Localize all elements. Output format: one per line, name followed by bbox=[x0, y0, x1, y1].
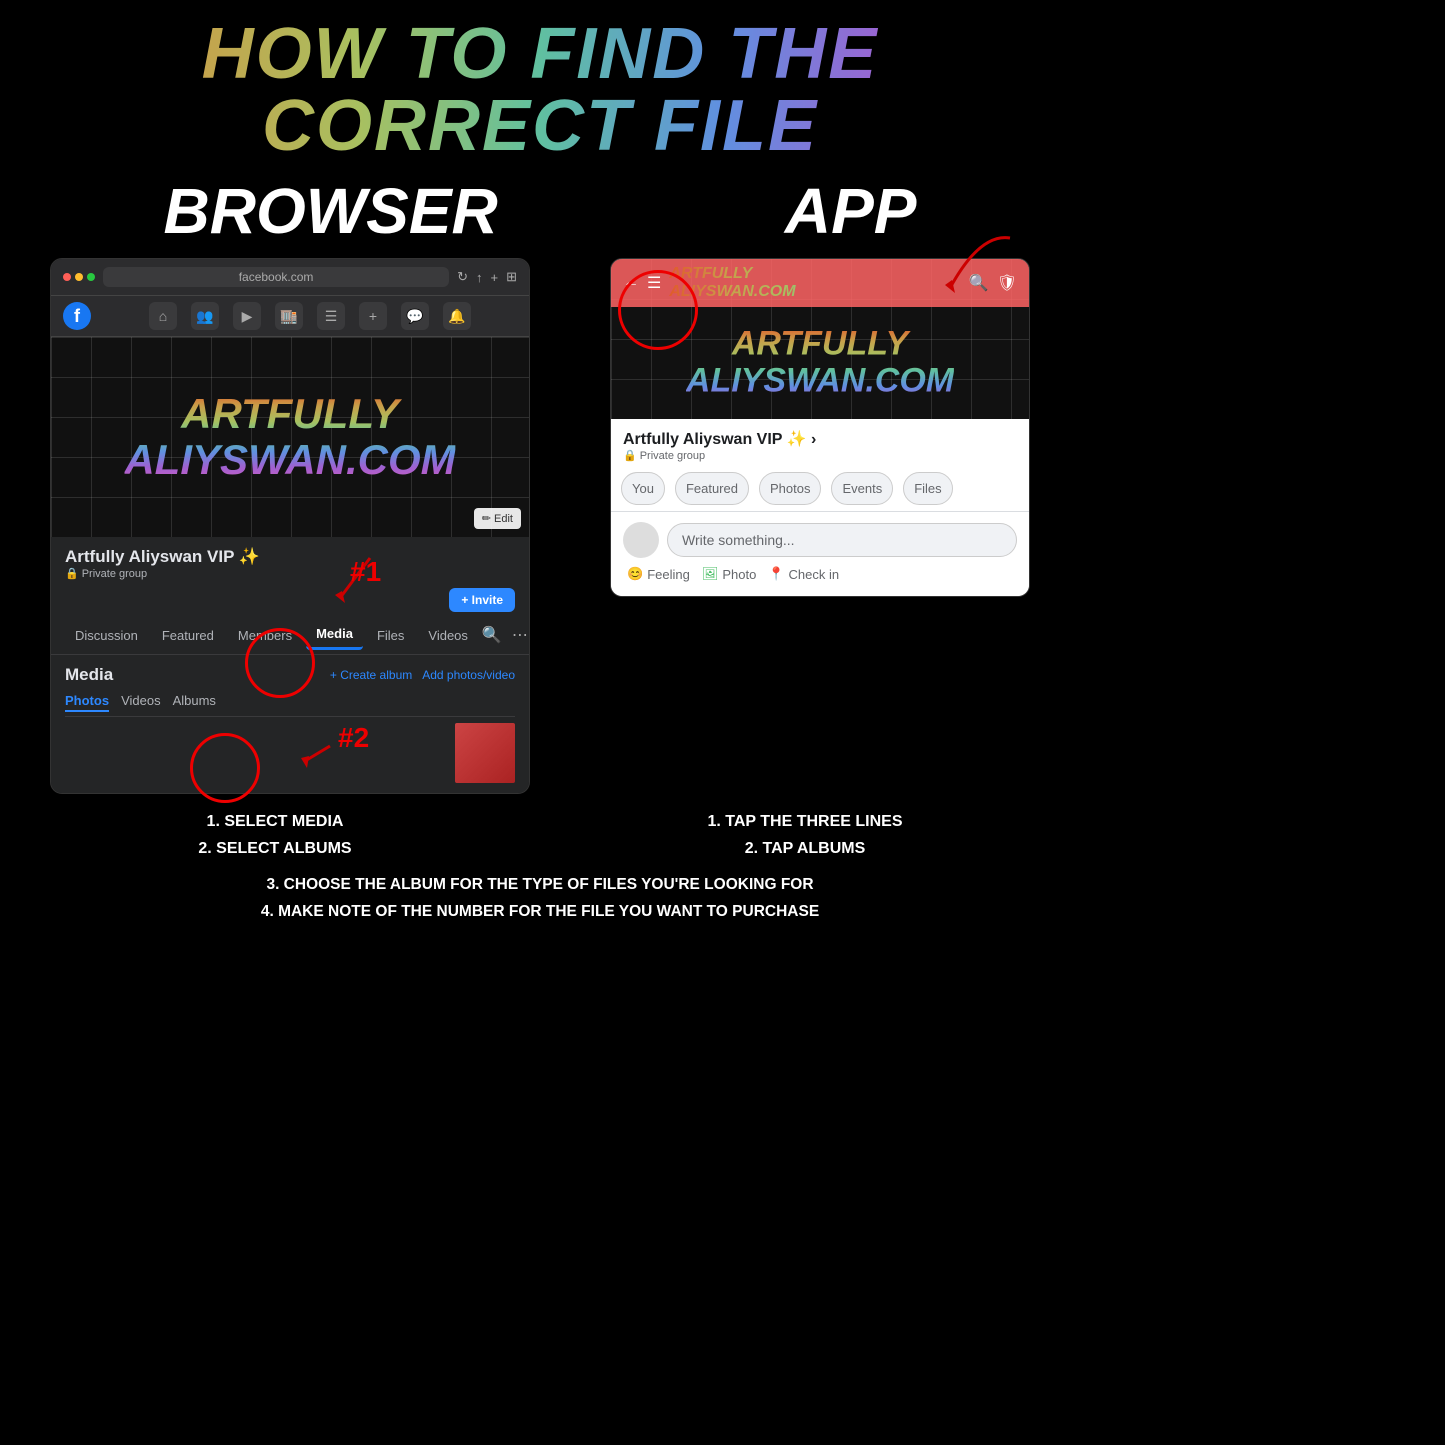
tab-members[interactable]: Members bbox=[228, 622, 302, 649]
instructions-row: 1. SELECT MEDIA 2. SELECT ALBUMS 1. TAP … bbox=[0, 794, 1080, 872]
app-group-info: Artfully Aliyswan VIP ✨ › 🔒 Private grou… bbox=[611, 419, 1029, 466]
bell-icon: 🔔 bbox=[443, 302, 471, 330]
back-icon: ← bbox=[623, 274, 639, 292]
group-name: Artfully Aliyswan VIP ✨ bbox=[65, 547, 515, 567]
group-info: Artfully Aliyswan VIP ✨ 🔒 Private group bbox=[51, 537, 529, 584]
app-tabs: You Featured Photos Events Files bbox=[611, 466, 1029, 512]
tab-files[interactable]: Files bbox=[367, 622, 414, 649]
browser-screenshot: facebook.com ↻ ↑ + ⊞ f ⌂ 👥 ▶ 🏬 ☰ + 💬 🔔 bbox=[50, 258, 530, 794]
app-instructions: 1. TAP THE THREE LINES 2. TAP ALBUMS bbox=[550, 808, 1060, 862]
browser-section-label: BROWSER bbox=[164, 174, 498, 248]
lock-icon: 🔒 bbox=[65, 567, 79, 580]
edit-button[interactable]: ✏ Edit bbox=[474, 508, 521, 529]
shared-inst-line3: 3. CHOOSE THE ALBUM FOR THE TYPE OF FILE… bbox=[20, 872, 1060, 898]
app-write-input[interactable]: Write something... bbox=[667, 523, 1017, 557]
photo-icon: 🖼 bbox=[702, 566, 719, 582]
app-section-label: APP bbox=[785, 174, 917, 248]
app-post-area: Write something... 😊 Feeling 🖼 Photo 📍 C… bbox=[611, 512, 1029, 596]
tab-videos[interactable]: Videos bbox=[418, 622, 478, 649]
app-arrow-svg bbox=[900, 228, 1020, 308]
people-icon: 👥 bbox=[191, 302, 219, 330]
feeling-icon: 😊 bbox=[627, 566, 643, 582]
app-group-type: 🔒 Private group bbox=[623, 449, 1017, 462]
app-tab-files[interactable]: Files bbox=[903, 472, 952, 505]
tab-featured[interactable]: Featured bbox=[152, 622, 224, 649]
group-tabs: Discussion Featured Members Media Files … bbox=[51, 616, 529, 655]
media-sub-tabs: Photos Videos Albums bbox=[65, 691, 515, 717]
search-icon[interactable]: 🔍 bbox=[482, 625, 502, 645]
add-photos-link[interactable]: Add photos/video bbox=[422, 668, 515, 682]
app-tab-photos[interactable]: Photos bbox=[759, 472, 821, 505]
plus-icon2: + bbox=[359, 302, 387, 330]
browser-url: facebook.com bbox=[103, 267, 449, 287]
hamburger-icon: ☰ bbox=[647, 273, 661, 293]
subtab-videos[interactable]: Videos bbox=[121, 691, 161, 712]
menu-icon: ☰ bbox=[317, 302, 345, 330]
app-tab-events[interactable]: Events bbox=[831, 472, 893, 505]
invite-button[interactable]: + Invite bbox=[449, 588, 515, 612]
app-group-name: Artfully Aliyswan VIP ✨ › bbox=[623, 429, 1017, 449]
browser-inst-line1: 1. SELECT MEDIA bbox=[20, 808, 530, 835]
app-tab-featured[interactable]: Featured bbox=[675, 472, 749, 505]
checkin-icon: 📍 bbox=[768, 566, 784, 582]
share-icon: ↑ bbox=[476, 270, 483, 285]
facebook-nav: ⌂ 👥 ▶ 🏬 ☰ + 💬 🔔 bbox=[103, 302, 517, 330]
app-screenshot: ← ☰ ARTFULLYALIYSWAN.COM 🔍 🛡 ARTFULLYALI… bbox=[610, 258, 1030, 597]
refresh-icon: ↻ bbox=[457, 269, 468, 285]
video-icon: ▶ bbox=[233, 302, 261, 330]
feeling-action[interactable]: 😊 Feeling bbox=[627, 566, 690, 582]
app-inst-line2: 2. TAP ALBUMS bbox=[550, 835, 1060, 862]
photo-thumbnail bbox=[455, 723, 515, 783]
app-cover-title: ARTFULLYALIYSWAN.COM bbox=[686, 326, 954, 401]
checkin-action[interactable]: 📍 Check in bbox=[768, 566, 839, 582]
arrow-2 bbox=[265, 736, 335, 776]
grid-icon: ⊞ bbox=[506, 269, 517, 285]
app-action-bar: 😊 Feeling 🖼 Photo 📍 Check in bbox=[623, 558, 1017, 586]
label-1: #1 bbox=[350, 556, 381, 588]
lock-icon-app: 🔒 bbox=[623, 449, 637, 462]
more-icon[interactable]: ⋯ bbox=[512, 625, 528, 645]
app-inst-line1: 1. TAP THE THREE LINES bbox=[550, 808, 1060, 835]
media-title: Media bbox=[65, 665, 113, 685]
shared-inst-line4: 4. MAKE NOTE OF THE NUMBER FOR THE FILE … bbox=[20, 899, 1060, 925]
browser-inst-line2: 2. SELECT ALBUMS bbox=[20, 835, 530, 862]
app-tab-you[interactable]: You bbox=[621, 472, 665, 505]
tab-media[interactable]: Media bbox=[306, 620, 363, 650]
app-avatar bbox=[623, 522, 659, 558]
plus-icon: + bbox=[491, 270, 499, 285]
subtab-albums[interactable]: Albums bbox=[173, 691, 216, 712]
create-album-link[interactable]: + Create album bbox=[330, 668, 412, 682]
main-title: HOW TO FIND THE CORRECT FILE bbox=[0, 0, 1080, 170]
group-type: 🔒 Private group bbox=[65, 567, 515, 580]
home-icon: ⌂ bbox=[149, 302, 177, 330]
subtab-photos[interactable]: Photos bbox=[65, 691, 109, 712]
tab-discussion[interactable]: Discussion bbox=[65, 622, 148, 649]
facebook-header: f ⌂ 👥 ▶ 🏬 ☰ + 💬 🔔 bbox=[51, 296, 529, 337]
cover-title: ARTFULLYALIYSWAN.COM bbox=[124, 391, 455, 483]
label-2: #2 bbox=[338, 722, 369, 754]
browser-bar: facebook.com ↻ ↑ + ⊞ bbox=[51, 259, 529, 296]
shared-instructions: 3. CHOOSE THE ALBUM FOR THE TYPE OF FILE… bbox=[0, 872, 1080, 935]
browser-instructions: 1. SELECT MEDIA 2. SELECT ALBUMS bbox=[20, 808, 530, 862]
messenger-icon: 💬 bbox=[401, 302, 429, 330]
marketplace-icon: 🏬 bbox=[275, 302, 303, 330]
facebook-logo: f bbox=[63, 302, 91, 330]
group-cover: ARTFULLYALIYSWAN.COM ✏ Edit bbox=[51, 337, 529, 537]
photo-action[interactable]: 🖼 Photo bbox=[702, 566, 757, 582]
